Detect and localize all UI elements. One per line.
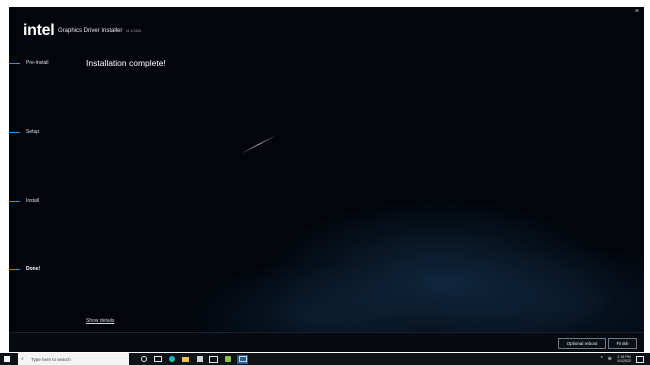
network-icon[interactable]: ⊕	[608, 356, 612, 362]
edge-icon[interactable]	[167, 355, 176, 363]
notification-icon[interactable]	[636, 355, 644, 363]
start-button[interactable]	[0, 353, 14, 365]
step-label: Done!	[26, 266, 41, 272]
cortana-icon[interactable]	[139, 355, 148, 363]
step-label: Install	[26, 198, 40, 204]
system-tray: ^ ⊕ 2:16 PM 1/1/2022	[600, 353, 650, 365]
intel-installer-icon[interactable]	[237, 354, 248, 364]
intel-logo: intel	[23, 22, 55, 39]
search-placeholder: Type here to search	[31, 356, 71, 362]
taskbar: ⌕ Type here to search ^ ⊕ 2:16 PM 1/1/20…	[0, 353, 650, 365]
step-label: Setup	[26, 129, 40, 135]
action-bar: Optional reboot Finish	[9, 332, 644, 352]
product-version: v1.0.0152	[126, 29, 142, 33]
product-name: Graphics Driver Installer	[58, 28, 123, 34]
optional-reboot-button[interactable]: Optional reboot	[558, 338, 606, 349]
step-install: Install	[9, 196, 39, 206]
background-streak	[240, 134, 277, 155]
chevron-up-icon[interactable]: ^	[600, 356, 602, 362]
step-setup: Setup	[9, 127, 39, 137]
file-explorer-icon[interactable]	[181, 355, 190, 363]
search-icon: ⌕	[21, 356, 24, 362]
app-icon[interactable]	[223, 355, 232, 363]
step-indicator	[9, 200, 20, 202]
step-indicator	[9, 268, 20, 270]
step-done: Done!	[9, 264, 40, 274]
product-title: Graphics Driver Installer v1.0.0152	[58, 28, 141, 34]
task-view-icon[interactable]	[153, 355, 162, 363]
mail-icon[interactable]	[209, 355, 218, 363]
step-indicator	[9, 62, 20, 64]
show-details-link[interactable]: Show details	[86, 318, 114, 324]
store-icon[interactable]	[195, 355, 204, 363]
windows-icon	[4, 356, 10, 362]
installer-window: × intel Graphics Driver Installer v1.0.0…	[9, 7, 644, 352]
step-indicator	[9, 131, 20, 133]
page-title: Installation complete!	[86, 58, 166, 68]
step-label: Pre-Install	[26, 60, 49, 66]
clock[interactable]: 2:16 PM 1/1/2022	[617, 355, 631, 363]
finish-button[interactable]: Finish	[608, 338, 637, 349]
clock-date: 1/1/2022	[617, 359, 631, 363]
close-icon[interactable]: ×	[635, 8, 639, 15]
step-pre-install: Pre-Install	[9, 58, 49, 68]
taskbar-search[interactable]: ⌕ Type here to search	[18, 353, 129, 365]
